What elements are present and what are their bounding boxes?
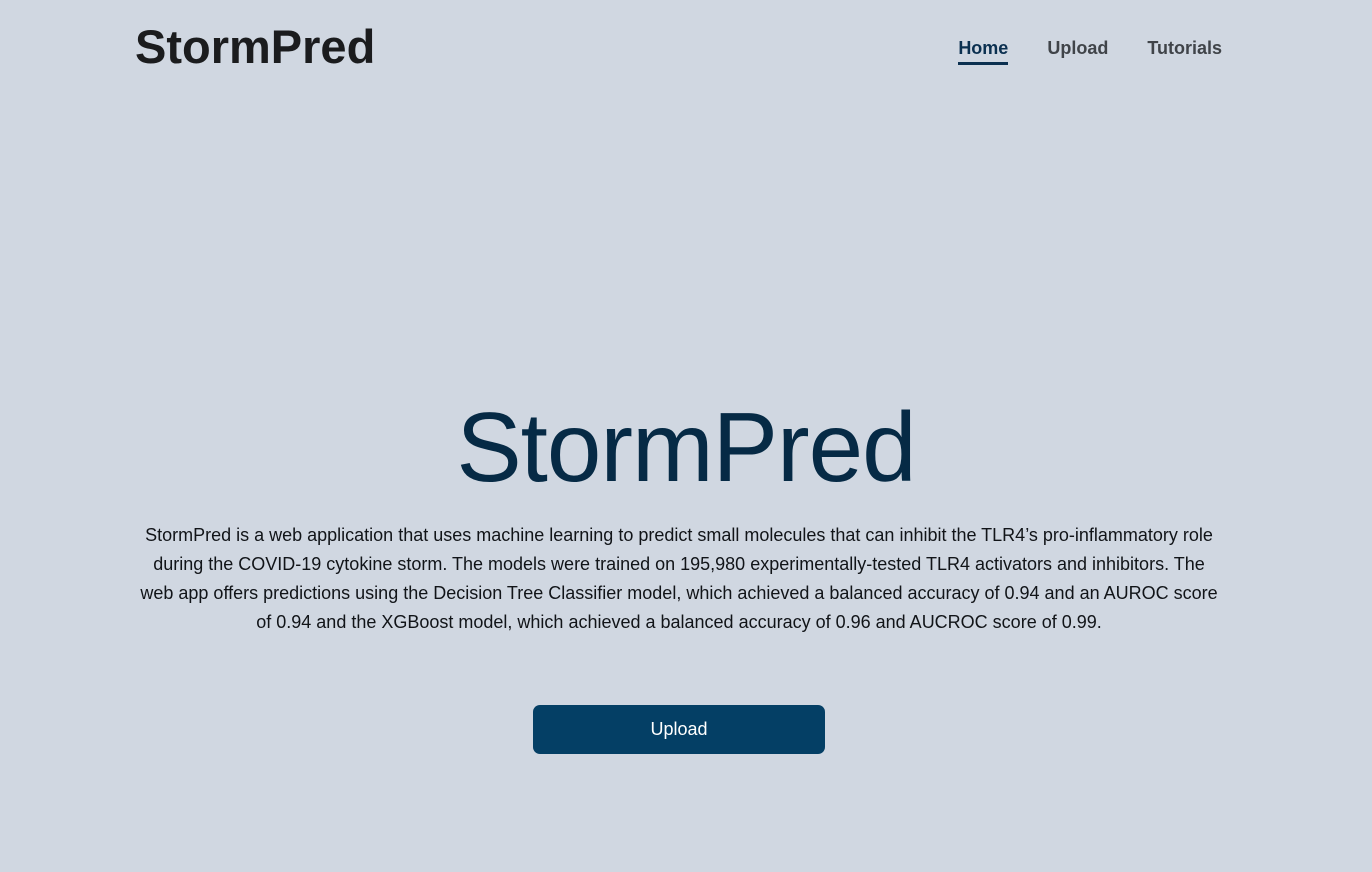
nav-upload-link[interactable]: Upload <box>1047 36 1108 65</box>
main-nav: Home Upload Tutorials <box>958 36 1222 65</box>
hero-title: StormPred <box>456 392 916 502</box>
nav-home-link[interactable]: Home <box>958 36 1009 65</box>
brand-logo-link[interactable]: StormPred <box>135 18 375 76</box>
upload-button[interactable]: Upload <box>533 705 825 754</box>
header: StormPred Home Upload Tutorials <box>0 0 1372 96</box>
nav-tutorials-link[interactable]: Tutorials <box>1147 36 1222 65</box>
hero-description: StormPred is a web application that uses… <box>140 525 1218 632</box>
